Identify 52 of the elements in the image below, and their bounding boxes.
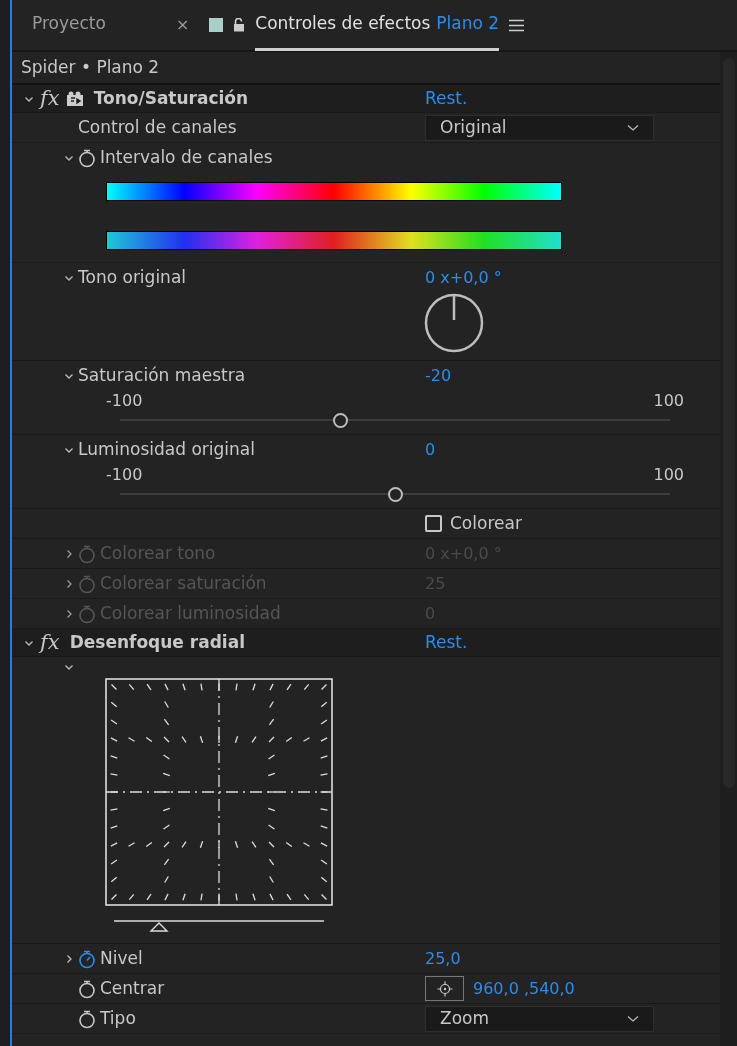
chevron-down-icon — [627, 123, 639, 132]
slider-min-label: -100 — [106, 390, 143, 412]
property-label: Intervalo de canales — [100, 145, 273, 169]
crosshair-icon — [436, 980, 453, 997]
lock-icon[interactable] — [233, 18, 246, 32]
effect-name: Desenfoque radial — [69, 630, 245, 654]
slider-thumb[interactable] — [333, 412, 348, 428]
slider-max-label: 100 — [653, 390, 684, 412]
property-label: Centrar — [100, 976, 165, 1000]
stopwatch-icon[interactable] — [78, 147, 96, 168]
property-label: Nivel — [100, 946, 143, 970]
slider-track[interactable] — [120, 412, 670, 428]
property-value[interactable]: -20 — [425, 363, 452, 388]
color-range-bar[interactable] — [106, 182, 562, 201]
property-value[interactable]: 25,0 — [425, 946, 461, 971]
color-swatch-icon — [209, 18, 224, 32]
slider-min-label: -100 — [106, 464, 143, 486]
angle-dial[interactable] — [423, 292, 485, 354]
chevron-down-icon — [627, 1014, 639, 1023]
property-label: Luminosidad original — [78, 437, 255, 461]
slider-max-label: 100 — [653, 464, 684, 486]
property-label: Tono original — [78, 265, 187, 289]
stopwatch-icon[interactable] — [78, 978, 96, 999]
stopwatch-icon[interactable] — [78, 1008, 96, 1029]
tab-layer-name: Plano 2 — [436, 11, 500, 35]
close-tab-button[interactable]: × — [175, 13, 190, 37]
reset-link[interactable]: Rest. — [425, 85, 468, 112]
slider-thumb[interactable] — [388, 486, 403, 502]
property-value[interactable]: 0 x+0,0 ° — [425, 265, 502, 290]
dropdown[interactable]: Zoom — [425, 1005, 654, 1032]
stopwatch-icon[interactable] — [78, 948, 96, 969]
property-value[interactable]: 0 — [425, 437, 436, 462]
property-label: Saturación maestra — [78, 363, 246, 387]
fx-toggle[interactable]: fx — [40, 632, 60, 653]
panel-tab[interactable]: Controles de efectos Plano 2 — [255, 0, 500, 51]
breadcrumb: Spider • Plano 2 — [21, 55, 160, 79]
property-value[interactable]: 960,0 ,540,0 — [473, 976, 575, 1001]
checkbox[interactable] — [425, 515, 442, 532]
color-range-bar[interactable] — [106, 231, 562, 250]
chevron-right-icon[interactable] — [64, 953, 74, 964]
slider-track[interactable] — [120, 486, 670, 502]
crosshair-button[interactable] — [425, 976, 464, 1001]
dropdown[interactable]: Original — [425, 114, 654, 141]
chevron-down-icon[interactable] — [64, 662, 74, 672]
property-label: Control de canales — [78, 115, 237, 139]
effect-name: Tono/Saturación — [93, 86, 249, 110]
property-label: Tipo — [100, 1006, 136, 1030]
menu-icon[interactable] — [509, 18, 525, 32]
checkbox-label: Colorear — [450, 511, 522, 535]
fx-toggle[interactable]: fx — [40, 88, 60, 109]
panel-tab[interactable]: Proyecto — [32, 0, 106, 51]
reset-link[interactable]: Rest. — [425, 629, 468, 656]
